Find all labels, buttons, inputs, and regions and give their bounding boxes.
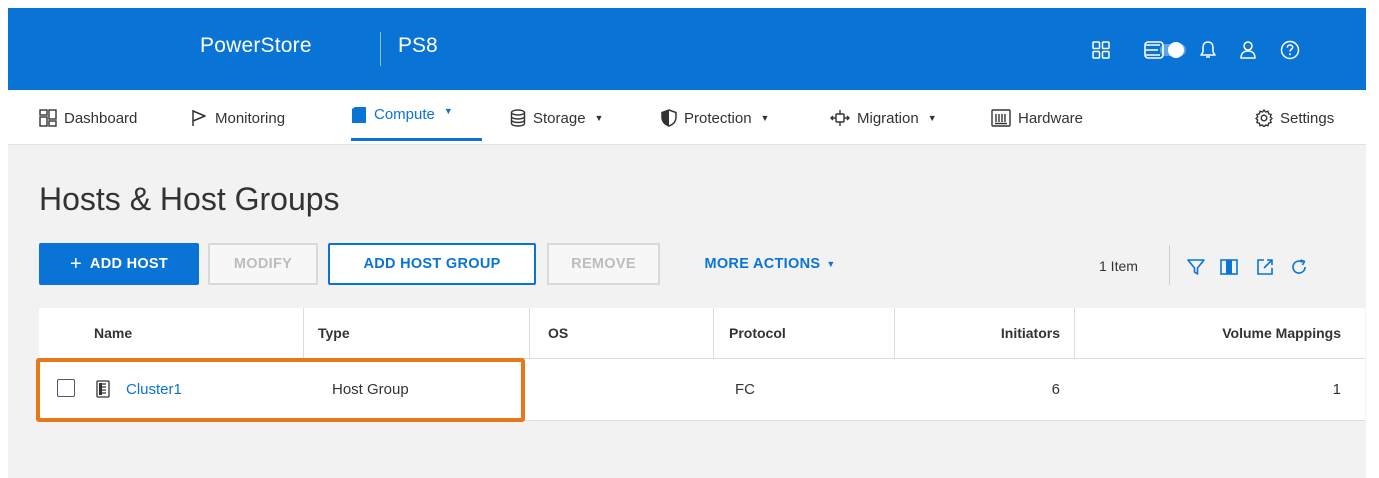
user-icon[interactable]	[1237, 39, 1259, 61]
column-divider	[529, 308, 530, 358]
hosts-table: Name Type OS Protocol Initiators Volume …	[39, 308, 1365, 421]
remove-button[interactable]: REMOVE	[547, 243, 660, 285]
host-initiators: 6	[1051, 381, 1060, 398]
more-actions-button[interactable]: MORE ACTIONS ▼	[680, 243, 860, 285]
table-row[interactable]: Cluster1 Host Group FC 6 1	[39, 359, 1365, 421]
chevron-down-icon: ▼	[443, 106, 453, 116]
column-divider	[713, 308, 714, 358]
gear-icon	[1255, 109, 1273, 127]
plus-icon: +	[69, 252, 82, 275]
chevron-down-icon: ▼	[826, 259, 836, 269]
database-icon	[510, 109, 526, 127]
toolbar-divider	[1169, 245, 1170, 285]
nav-migration[interactable]: Migration ▼	[830, 103, 937, 133]
modify-button[interactable]: MODIFY	[208, 243, 318, 285]
column-header-protocol[interactable]: Protocol	[729, 308, 786, 358]
host-protocol: FC	[735, 381, 755, 398]
chevron-down-icon: ▼	[927, 113, 937, 123]
column-header-initiators[interactable]: Initiators	[895, 308, 1060, 358]
nav-monitoring[interactable]: Monitoring	[190, 103, 285, 133]
system-name: PS8	[398, 34, 438, 57]
column-header-os[interactable]: OS	[548, 308, 568, 358]
host-type: Host Group	[332, 381, 409, 398]
help-icon[interactable]	[1279, 39, 1301, 61]
compute-icon	[352, 107, 366, 123]
bell-icon[interactable]	[1197, 39, 1219, 61]
migration-icon	[830, 110, 850, 126]
column-header-type[interactable]: Type	[318, 308, 350, 358]
nav-storage-label: Storage	[533, 109, 586, 127]
hardware-icon	[991, 109, 1011, 127]
host-name-link[interactable]: Cluster1	[126, 359, 182, 420]
nav-compute[interactable]: Compute ▼	[351, 103, 482, 141]
dashboard-icon	[39, 109, 57, 127]
nav-dashboard-label: Dashboard	[64, 109, 138, 127]
host-group-icon	[96, 380, 110, 403]
add-host-group-button[interactable]: ADD HOST GROUP	[328, 243, 536, 285]
chevron-down-icon: ▼	[760, 113, 770, 123]
nav-settings[interactable]: Settings	[1255, 103, 1334, 133]
content-area: Hosts & Host Groups + ADD HOST MODIFY AD…	[8, 145, 1366, 478]
add-host-button[interactable]: + ADD HOST	[39, 243, 199, 285]
add-host-group-label: ADD HOST GROUP	[363, 256, 501, 272]
columns-icon[interactable]	[1218, 256, 1240, 278]
shield-icon	[661, 109, 677, 127]
page-title: Hosts & Host Groups	[39, 181, 340, 217]
export-icon[interactable]	[1254, 256, 1276, 278]
column-divider	[303, 308, 304, 358]
nav-monitoring-label: Monitoring	[215, 109, 286, 127]
refresh-icon[interactable]	[1288, 256, 1310, 278]
nav-protection[interactable]: Protection ▼	[661, 103, 769, 133]
chevron-down-icon: ▼	[594, 113, 604, 123]
more-actions-label: MORE ACTIONS	[704, 256, 821, 272]
grid-apps-icon[interactable]	[1090, 39, 1112, 61]
main-nav: Dashboard Monitoring Compute ▼ Storage ▼…	[8, 90, 1366, 145]
nav-protection-label: Protection	[684, 109, 752, 127]
top-header-bar: PowerStore PS8	[8, 8, 1366, 90]
nav-compute-label: Compute	[374, 106, 435, 123]
nav-migration-label: Migration	[857, 109, 919, 127]
modify-label: MODIFY	[233, 256, 293, 272]
row-checkbox[interactable]	[57, 379, 75, 397]
column-header-volume-mappings[interactable]: Volume Mappings	[1075, 308, 1341, 358]
nav-storage[interactable]: Storage ▼	[510, 103, 603, 133]
flag-icon	[192, 110, 206, 126]
filter-icon[interactable]	[1185, 256, 1207, 278]
host-volume-mappings: 1	[1332, 381, 1341, 398]
nav-hardware[interactable]: Hardware	[991, 103, 1083, 133]
column-header-name[interactable]: Name	[94, 308, 132, 358]
remove-label: REMOVE	[571, 256, 636, 272]
add-host-label: ADD HOST	[89, 256, 169, 272]
nav-settings-label: Settings	[1280, 109, 1335, 127]
brand-divider	[380, 32, 381, 66]
brand-name[interactable]: PowerStore	[200, 34, 312, 58]
table-header: Name Type OS Protocol Initiators Volume …	[39, 308, 1365, 359]
nav-dashboard[interactable]: Dashboard	[39, 103, 137, 133]
nav-hardware-label: Hardware	[1018, 109, 1084, 127]
toggle-icon[interactable]	[1143, 39, 1191, 61]
item-count: 1 Item	[1099, 258, 1138, 274]
